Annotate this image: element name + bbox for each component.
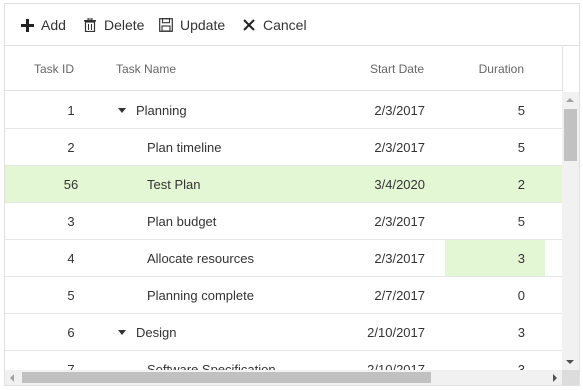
header-task-id[interactable]: Task ID (34, 47, 94, 91)
cell-task-id[interactable]: 56 (34, 166, 108, 202)
caret-down-icon[interactable] (118, 330, 126, 335)
header-duration[interactable]: Duration (445, 47, 524, 91)
horizontal-scrollbar[interactable] (5, 370, 562, 385)
cell-task-id[interactable]: 2 (34, 129, 108, 165)
cell-start-date[interactable]: 2/7/2017 (305, 277, 425, 313)
cell-duration[interactable]: 2 (445, 166, 545, 202)
task-name-text: Planning (136, 102, 187, 118)
add-button[interactable]: Add (19, 4, 66, 46)
cell-task-id[interactable]: 7 (34, 351, 108, 371)
vertical-scrollbar[interactable] (562, 92, 579, 370)
task-name-text: Plan timeline (147, 139, 222, 155)
scroll-right-arrow-icon[interactable] (553, 374, 557, 382)
header-task-name[interactable]: Task Name (116, 47, 236, 91)
table-row[interactable]: 5 Planning complete 2/7/2017 0 (5, 277, 562, 314)
cell-start-date[interactable]: 3/4/2020 (305, 166, 425, 202)
task-name-text: Test Plan (147, 176, 201, 192)
table-row[interactable]: 2 Plan timeline 2/3/2017 5 (5, 129, 562, 166)
cell-duration[interactable]: 5 (445, 129, 545, 165)
cell-start-date[interactable]: 2/3/2017 (305, 240, 425, 276)
cell-task-id[interactable]: 6 (34, 314, 108, 350)
cell-task-name[interactable]: Planning (118, 92, 318, 128)
plus-icon (19, 17, 35, 33)
scroll-down-arrow-icon[interactable] (566, 360, 574, 364)
cell-task-id[interactable]: 1 (34, 92, 108, 128)
cell-duration[interactable]: 5 (445, 203, 545, 239)
scroll-left-arrow-icon[interactable] (10, 374, 14, 382)
cancel-button-label: Cancel (263, 17, 307, 33)
cell-start-date[interactable]: 2/10/2017 (305, 314, 425, 350)
caret-down-icon[interactable] (118, 108, 126, 113)
update-button[interactable]: Update (158, 4, 225, 46)
delete-button[interactable]: Delete (82, 4, 144, 46)
update-button-label: Update (180, 17, 226, 33)
cell-duration[interactable]: 3 (445, 351, 545, 371)
task-name-text: Planning complete (147, 287, 254, 303)
cell-start-date[interactable]: 2/3/2017 (305, 203, 425, 239)
cell-duration[interactable]: 3 (445, 240, 545, 276)
scroll-up-arrow-icon[interactable] (566, 98, 574, 102)
cell-start-date[interactable]: 2/3/2017 (305, 129, 425, 165)
task-name-text: Allocate resources (147, 250, 254, 266)
horizontal-scroll-thumb[interactable] (22, 372, 431, 383)
cell-task-id[interactable]: 4 (34, 240, 108, 276)
save-icon (158, 17, 174, 33)
delete-button-label: Delete (104, 17, 145, 33)
cell-duration[interactable]: 3 (445, 314, 545, 350)
close-icon (241, 17, 257, 33)
table-row[interactable]: 6 Design 2/10/2017 3 (5, 314, 562, 351)
cell-start-date[interactable]: 2/10/2017 (305, 351, 425, 371)
toolbar: Add Delete Update Cancel (5, 4, 579, 46)
cell-start-date[interactable]: 2/3/2017 (305, 92, 425, 128)
table-row[interactable]: 4 Allocate resources 2/3/2017 3 (5, 240, 562, 277)
trash-icon (82, 17, 98, 33)
tree-grid: Add Delete Update Cancel Task ID Task Na… (4, 3, 580, 386)
table-row[interactable]: 56 Test Plan 3/4/2020 2 (5, 166, 562, 203)
table-row[interactable]: 7 Software Specification 2/10/2017 3 (5, 351, 562, 370)
cell-task-id[interactable]: 3 (34, 203, 108, 239)
grid-content: 1 Planning 2/3/2017 5 2 Plan timeline 2/3/2017… (5, 92, 562, 370)
cell-task-name[interactable]: Design (118, 314, 318, 350)
scrollbar-corner (562, 370, 579, 385)
cell-duration[interactable]: 0 (445, 277, 545, 313)
vertical-scroll-thumb[interactable] (564, 109, 577, 161)
task-name-text: Design (136, 324, 177, 340)
header-start-date[interactable]: Start Date (305, 47, 424, 91)
grid-header: Task ID Task Name Start Date Duration (5, 47, 579, 91)
add-button-label: Add (41, 17, 66, 33)
task-name-text: Software Specification (147, 361, 276, 371)
header-scroll-spacer (562, 47, 579, 91)
task-name-text: Plan budget (147, 213, 217, 229)
cancel-button[interactable]: Cancel (241, 4, 307, 46)
cell-task-id[interactable]: 5 (34, 277, 108, 313)
table-row[interactable]: 3 Plan budget 2/3/2017 5 (5, 203, 562, 240)
table-row[interactable]: 1 Planning 2/3/2017 5 (5, 92, 562, 129)
cell-duration[interactable]: 5 (445, 92, 545, 128)
